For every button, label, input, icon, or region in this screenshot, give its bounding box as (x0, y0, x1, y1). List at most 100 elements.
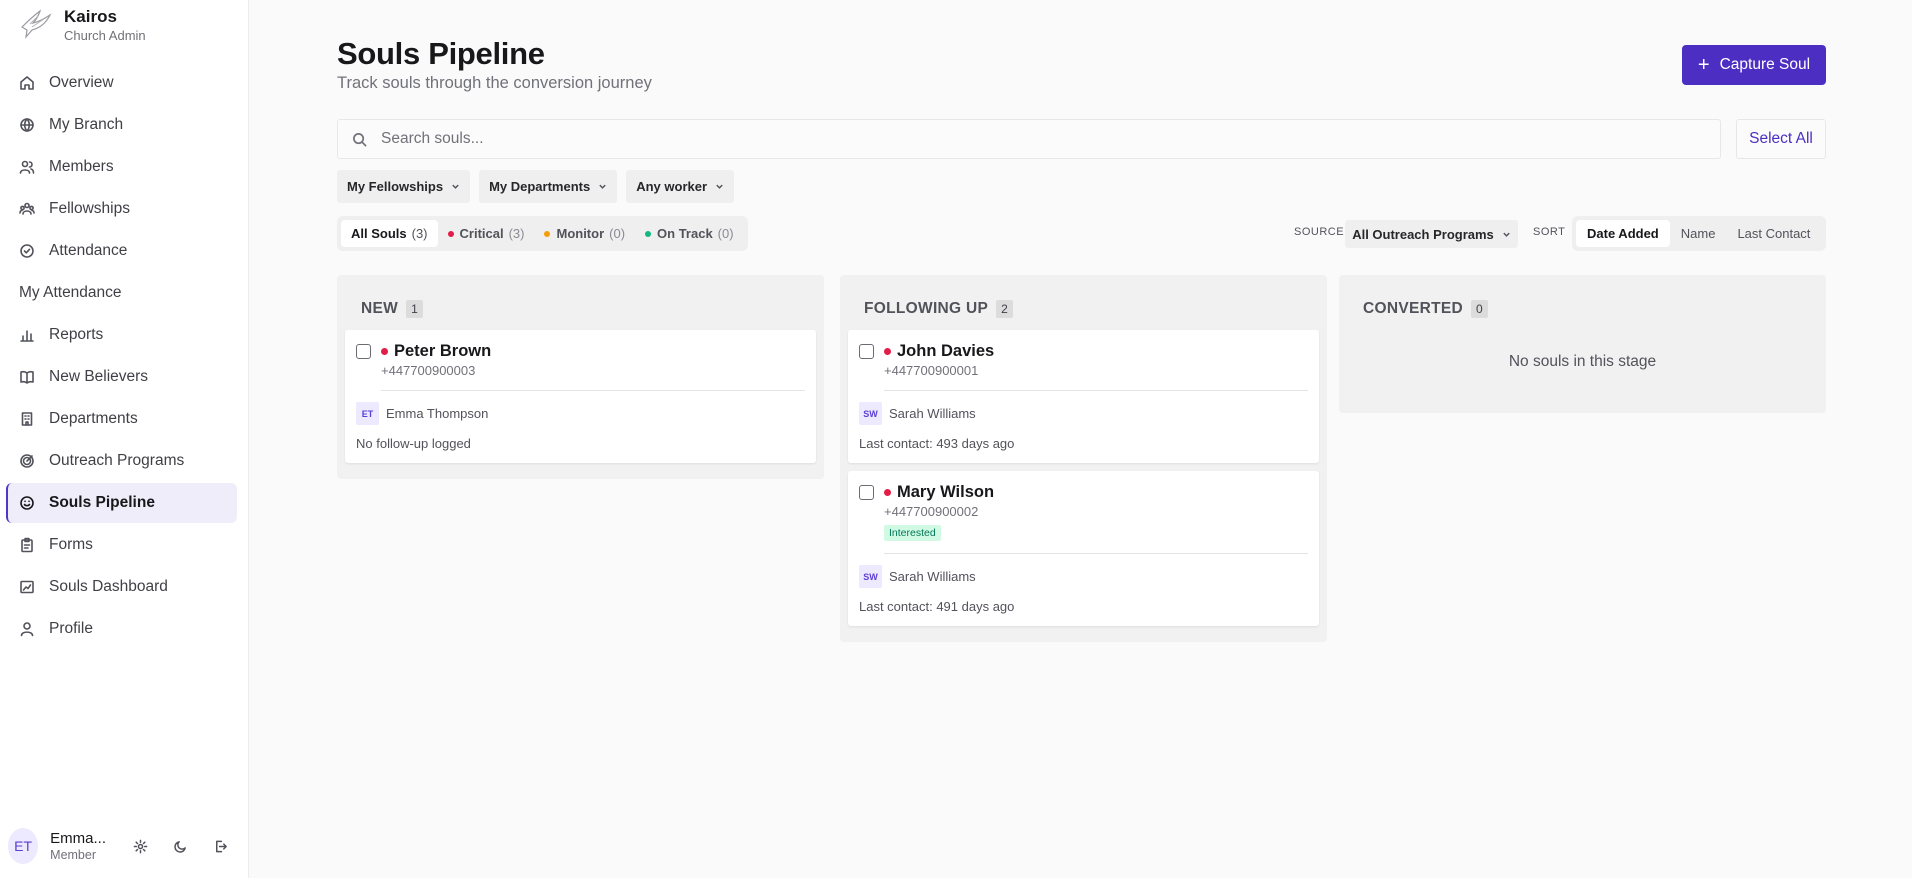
sidebar-item-new-believers[interactable]: New Believers (6, 357, 237, 397)
sidebar-item-members[interactable]: Members (6, 147, 237, 187)
search-bar (337, 119, 1721, 159)
tab-on-track[interactable]: On Track (0) (635, 220, 744, 247)
tab-monitor[interactable]: Monitor (0) (534, 220, 635, 247)
worker-avatar: ET (356, 402, 379, 425)
source-select[interactable]: All Outreach Programs (1345, 220, 1518, 248)
check-circle-icon (20, 244, 34, 258)
select-all-button[interactable]: Select All (1736, 119, 1826, 159)
sidebar-item-label: Members (49, 158, 114, 175)
settings-button[interactable] (120, 831, 160, 861)
sidebar-item-overview[interactable]: Overview (6, 63, 237, 103)
fellowships-filter[interactable]: My Fellowships (337, 170, 471, 203)
soul-phone: +447700900003 (381, 363, 476, 378)
sidebar-item-reports[interactable]: Reports (6, 315, 237, 355)
sidebar-item-label: Forms (49, 536, 93, 553)
sort-label: SORT (1533, 226, 1566, 238)
avatar[interactable]: ET (8, 828, 39, 864)
column-title: CONVERTED (1363, 300, 1464, 317)
select-checkbox[interactable] (859, 485, 874, 500)
select-checkbox[interactable] (356, 344, 371, 359)
brand-name: Kairos (64, 7, 117, 26)
sort-name[interactable]: Name (1670, 220, 1727, 247)
tab-label: Critical (459, 226, 504, 241)
soul-card[interactable]: Mary Wilson +447700900002 Interested SW … (848, 471, 1319, 626)
card-divider (884, 390, 1308, 391)
sidebar-item-profile[interactable]: Profile (6, 609, 237, 649)
column-title: FOLLOWING UP (864, 300, 989, 317)
building-icon (21, 412, 33, 426)
worker-name: Emma Thompson (386, 406, 489, 421)
tab-label: On Track (657, 226, 713, 241)
soul-phone: +447700900001 (884, 363, 979, 378)
soul-name[interactable]: Peter Brown (394, 342, 491, 361)
plus-icon: + (1697, 54, 1710, 76)
worker-avatar: SW (859, 565, 882, 588)
sidebar-item-my-attendance[interactable]: My Attendance (6, 273, 237, 313)
sidebar-item-souls-pipeline[interactable]: Souls Pipeline (6, 483, 237, 523)
home-icon (20, 76, 34, 90)
card-divider (884, 553, 1308, 554)
user-icon (20, 622, 34, 637)
theme-toggle-button[interactable] (160, 831, 200, 861)
soul-phone: +447700900002 (884, 504, 979, 519)
departments-filter-label: My Departments (489, 179, 591, 194)
sidebar-item-attendance[interactable]: Attendance (6, 231, 237, 271)
sidebar-nav: Overview My Branch Members Fellowships A… (6, 63, 237, 651)
sidebar-item-souls-dashboard[interactable]: Souls Dashboard (6, 567, 237, 607)
sort-date-added[interactable]: Date Added (1576, 220, 1670, 247)
on-track-dot-icon (645, 230, 652, 237)
logout-button[interactable] (200, 831, 240, 861)
tab-label: Monitor (556, 226, 605, 241)
tab-count: (0) (609, 226, 626, 241)
sidebar-item-forms[interactable]: Forms (6, 525, 237, 565)
soul-card[interactable]: Peter Brown +447700900003 ET Emma Thomps… (345, 330, 816, 463)
brand[interactable]: Kairos Church Admin (18, 6, 146, 43)
chevron-down-icon (1503, 232, 1510, 237)
fellowships-filter-label: My Fellowships (347, 179, 444, 194)
book-icon (20, 370, 34, 384)
logout-icon (215, 840, 227, 852)
last-contact: No follow-up logged (356, 436, 471, 451)
search-input[interactable] (381, 130, 1681, 148)
tab-all-souls[interactable]: All Souls (3) (341, 220, 438, 247)
target-icon (20, 454, 34, 468)
tab-count: (3) (508, 226, 525, 241)
sidebar-item-fellowships[interactable]: Fellowships (6, 189, 237, 229)
smile-icon (20, 496, 34, 510)
chevron-down-icon (716, 184, 723, 189)
tab-critical[interactable]: Critical (3) (438, 220, 535, 247)
search-icon (353, 132, 367, 146)
sidebar-item-outreach-programs[interactable]: Outreach Programs (6, 441, 237, 481)
source-label: SOURCE (1294, 226, 1345, 238)
chevron-down-icon (452, 184, 459, 189)
sidebar-item-label: My Branch (49, 116, 124, 133)
clipboard-icon (21, 537, 33, 553)
column-count: 0 (1471, 300, 1488, 318)
user-panel: ET Emma... Member (8, 828, 240, 864)
bar-chart-icon (20, 330, 34, 342)
capture-soul-label: Capture Soul (1719, 56, 1811, 73)
page-subtitle: Track souls through the conversion journ… (337, 74, 652, 92)
capture-soul-button[interactable]: + Capture Soul (1682, 45, 1826, 85)
departments-filter[interactable]: My Departments (479, 170, 618, 203)
sidebar-item-label: New Believers (49, 368, 149, 385)
tab-count: (0) (717, 226, 734, 241)
sidebar-item-my-branch[interactable]: My Branch (6, 105, 237, 145)
soul-card[interactable]: John Davies +447700900001 SW Sarah Willi… (848, 330, 1319, 463)
soul-name[interactable]: John Davies (897, 342, 994, 361)
last-contact: Last contact: 491 days ago (859, 599, 1015, 614)
soul-name[interactable]: Mary Wilson (897, 483, 994, 502)
user-name: Emma... (50, 829, 106, 847)
worker-filter-label: Any worker (636, 179, 708, 194)
critical-dot-icon (447, 230, 454, 237)
sidebar-item-label: My Attendance (19, 284, 122, 301)
last-contact: Last contact: 493 days ago (859, 436, 1015, 451)
sort-last-contact[interactable]: Last Contact (1726, 220, 1821, 247)
sidebar-item-departments[interactable]: Departments (6, 399, 237, 439)
status-tabs: All Souls (3) Critical (3) Monitor (0) O… (337, 216, 748, 251)
select-checkbox[interactable] (859, 344, 874, 359)
empty-state: No souls in this stage (1508, 353, 1657, 370)
worker-filter[interactable]: Any worker (626, 170, 735, 203)
worker-name: Sarah Williams (889, 406, 976, 421)
page-title: Souls Pipeline (337, 36, 545, 71)
